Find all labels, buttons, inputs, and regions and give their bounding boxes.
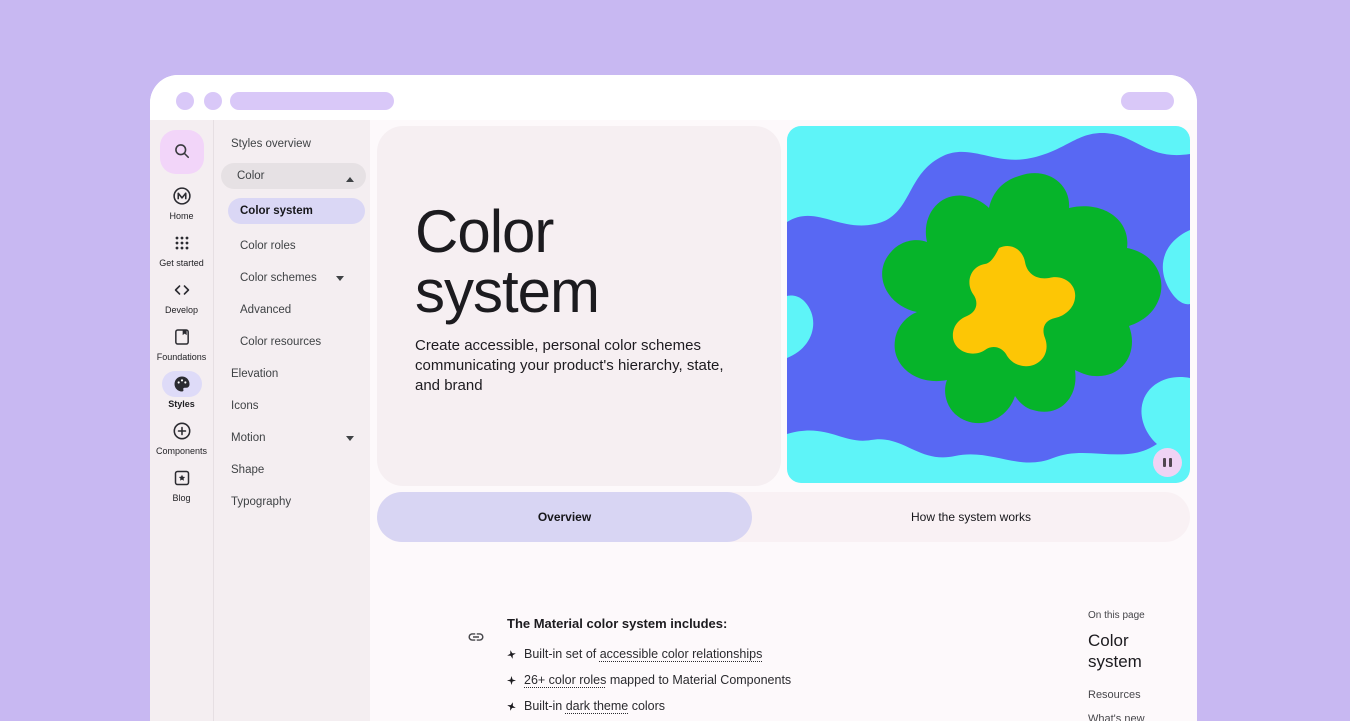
sidenav-item-advanced[interactable]: Advanced xyxy=(214,294,370,326)
rail-item-blog[interactable]: Blog xyxy=(150,465,214,512)
sidenav-item-styles-overview[interactable]: Styles overview xyxy=(214,128,370,160)
tab-how-the-system-works[interactable]: How the system works xyxy=(752,492,1190,542)
app-body: Home Get started Develop Foundations xyxy=(150,120,1197,721)
sidenav-item-color[interactable]: Color xyxy=(214,163,370,195)
list-item: Built-in dark theme colors xyxy=(507,693,1047,719)
window-control-dot[interactable] xyxy=(204,92,222,110)
material-home-icon xyxy=(162,183,202,209)
tab-overview[interactable]: Overview xyxy=(377,492,752,542)
main-content: Color system Create accessible, personal… xyxy=(370,120,1197,721)
text-link[interactable]: accessible color relationships xyxy=(600,647,763,661)
browser-chrome xyxy=(150,75,1197,120)
sparkle-bullet-icon xyxy=(506,700,517,711)
sidenav-item-color-system[interactable]: Color system xyxy=(214,198,370,230)
sidenav-item-motion[interactable]: Motion xyxy=(214,422,370,454)
hero-card: Color system Create accessible, personal… xyxy=(377,126,781,486)
rail-item-label: Foundations xyxy=(157,352,207,362)
sidenav-item-icons[interactable]: Icons xyxy=(214,390,370,422)
rail-item-label: Components xyxy=(156,446,207,456)
on-this-page-title[interactable]: Color system xyxy=(1088,630,1158,672)
article-heading: The Material color system includes: xyxy=(507,616,1047,631)
rail-item-foundations[interactable]: Foundations xyxy=(150,324,214,371)
sparkle-bullet-icon xyxy=(507,676,516,685)
sidenav-item-color-schemes[interactable]: Color schemes xyxy=(214,262,370,294)
rail-item-get-started[interactable]: Get started xyxy=(150,230,214,277)
page-subtitle: Create accessible, personal color scheme… xyxy=(415,336,745,396)
rail-item-components[interactable]: Components xyxy=(150,418,214,465)
chevron-down-icon xyxy=(336,276,344,281)
navigation-rail: Home Get started Develop Foundations xyxy=(150,120,214,721)
feature-list: Built-in set of accessible color relatio… xyxy=(507,641,1047,719)
browser-window: Home Get started Develop Foundations xyxy=(150,75,1197,721)
add-circle-icon xyxy=(162,418,202,444)
url-bar[interactable] xyxy=(230,92,394,110)
rail-item-label: Home xyxy=(169,211,193,221)
book-icon xyxy=(162,324,202,350)
chevron-down-icon xyxy=(346,436,354,441)
rail-item-label: Develop xyxy=(165,305,198,315)
text-link[interactable]: 26+ color roles xyxy=(524,673,606,687)
rail-item-develop[interactable]: Develop xyxy=(150,277,214,324)
page-title: Color system xyxy=(415,202,715,322)
on-this-page-label: On this page xyxy=(1088,610,1197,621)
search-button[interactable] xyxy=(160,130,204,174)
toc-item-whats-new[interactable]: What's new xyxy=(1088,713,1197,721)
pause-button[interactable] xyxy=(1153,448,1182,477)
rail-item-home[interactable]: Home xyxy=(150,183,214,230)
code-icon xyxy=(162,277,202,303)
palette-icon xyxy=(162,371,202,397)
pause-icon xyxy=(1163,458,1172,467)
text-link[interactable]: dark theme xyxy=(566,699,629,713)
sidenav-item-shape[interactable]: Shape xyxy=(214,454,370,486)
window-control-dot[interactable] xyxy=(176,92,194,110)
sidenav-item-color-roles[interactable]: Color roles xyxy=(214,230,370,262)
sidenav-item-elevation[interactable]: Elevation xyxy=(214,358,370,390)
list-item: 26+ color roles mapped to Material Compo… xyxy=(507,667,1047,693)
star-box-icon xyxy=(162,465,202,491)
link-icon[interactable] xyxy=(467,628,485,646)
tab-bar: Overview How the system works xyxy=(377,492,1190,542)
chevron-up-icon xyxy=(346,177,354,182)
color-blobs-illustration xyxy=(787,126,1190,483)
list-item: Built-in set of accessible color relatio… xyxy=(507,641,1047,667)
sidenav-item-color-resources[interactable]: Color resources xyxy=(214,326,370,358)
rail-item-styles[interactable]: Styles xyxy=(150,371,214,418)
browser-menu-pill[interactable] xyxy=(1121,92,1174,110)
hero-animation xyxy=(787,126,1190,483)
sidenav-item-typography[interactable]: Typography xyxy=(214,486,370,518)
toc-item-resources[interactable]: Resources xyxy=(1088,689,1197,701)
rail-item-label: Styles xyxy=(168,399,195,409)
rail-item-label: Blog xyxy=(172,493,190,503)
side-navigation: Styles overview Color Color system Color… xyxy=(214,120,370,721)
article-section: The Material color system includes: Buil… xyxy=(467,616,1047,719)
search-icon xyxy=(172,141,192,164)
on-this-page-nav: On this page Color system Resources What… xyxy=(1088,610,1197,721)
apps-grid-icon xyxy=(162,230,202,256)
rail-item-label: Get started xyxy=(159,258,204,268)
sparkle-bullet-icon xyxy=(506,649,517,660)
